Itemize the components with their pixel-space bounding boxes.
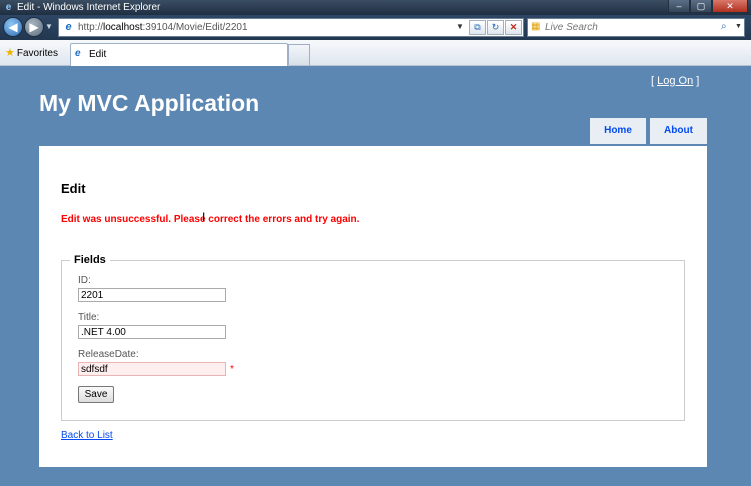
menu-item-about[interactable]: About bbox=[650, 118, 707, 144]
ie-tab-icon: e bbox=[75, 48, 81, 59]
release-date-error: * bbox=[230, 364, 234, 375]
live-search-icon: ▦ bbox=[531, 21, 541, 32]
close-button[interactable]: ✕ bbox=[712, 0, 748, 13]
login-bracket-open: [ bbox=[651, 75, 655, 87]
release-date-field[interactable] bbox=[78, 362, 226, 376]
address-url[interactable]: http://localhost:39104/Movie/Edit/2201 bbox=[78, 22, 248, 33]
search-icon[interactable]: ⌕ bbox=[721, 21, 727, 32]
menu-item-home[interactable]: Home bbox=[590, 118, 646, 144]
tab-edit[interactable]: e Edit bbox=[70, 43, 288, 66]
login-bracket-close: ] bbox=[696, 75, 700, 87]
site-title: My MVC Application bbox=[39, 90, 260, 116]
search-box[interactable]: ▦ ⌕ ▼ bbox=[527, 18, 745, 37]
text-cursor-icon: I bbox=[202, 210, 206, 224]
stop-icon[interactable]: ✕ bbox=[505, 20, 522, 35]
window-titlebar: e Edit - Windows Internet Explorer – ▢ ✕ bbox=[0, 0, 751, 15]
fields-fieldset: Fields ID: Title: ReleaseDate: * Save bbox=[61, 254, 685, 421]
id-field[interactable] bbox=[78, 288, 226, 302]
ie-app-icon: e bbox=[5, 2, 12, 13]
fieldset-legend: Fields bbox=[70, 254, 110, 266]
back-to-list-link[interactable]: Back to List bbox=[61, 430, 113, 441]
window-controls: – ▢ ✕ bbox=[668, 0, 748, 14]
recent-pages-dropdown-icon[interactable]: ▼ bbox=[45, 22, 53, 31]
address-bar[interactable]: e http://localhost:39104/Movie/Edit/2201… bbox=[58, 18, 524, 37]
validation-summary: Edit was unsuccessful. Please correct th… bbox=[61, 214, 360, 225]
ie-page-icon: e bbox=[65, 21, 72, 33]
browser-navbar: ◀ ▶ ▼ e http://localhost:39104/Movie/Edi… bbox=[0, 15, 751, 40]
address-dropdown-icon[interactable]: ▼ bbox=[456, 22, 464, 31]
page-title: Edit bbox=[61, 181, 86, 196]
star-icon: ★ bbox=[5, 47, 15, 59]
new-tab-button[interactable] bbox=[288, 44, 310, 65]
compatibility-view-icon[interactable]: ⧉ bbox=[469, 20, 486, 35]
title-field[interactable] bbox=[78, 325, 226, 339]
maximize-button[interactable]: ▢ bbox=[690, 0, 712, 13]
window-title: Edit - Windows Internet Explorer bbox=[17, 2, 161, 13]
search-dropdown-icon[interactable]: ▼ bbox=[735, 23, 742, 30]
favorites-bar: ★ Favorites e Edit bbox=[0, 40, 751, 66]
forward-arrow-icon[interactable]: ▶ bbox=[24, 17, 44, 37]
main-menu: Home About bbox=[590, 118, 707, 144]
page-viewport: [ Log On ] My MVC Application Home About… bbox=[0, 66, 751, 486]
refresh-icon[interactable]: ↻ bbox=[487, 20, 504, 35]
search-input[interactable] bbox=[545, 21, 710, 34]
title-label: Title: bbox=[78, 312, 100, 323]
favorites-button[interactable]: ★ Favorites bbox=[5, 46, 58, 59]
back-arrow-icon[interactable]: ◀ bbox=[3, 17, 23, 37]
favorites-label: Favorites bbox=[16, 48, 58, 59]
main-content: Edit Edit was unsuccessful. Please corre… bbox=[39, 146, 707, 467]
login-display: [ Log On ] bbox=[651, 75, 699, 87]
id-label: ID: bbox=[78, 275, 91, 286]
tab-label: Edit bbox=[89, 49, 107, 60]
save-button[interactable]: Save bbox=[78, 386, 114, 403]
release-date-label: ReleaseDate: bbox=[78, 349, 139, 360]
log-on-link[interactable]: Log On bbox=[657, 75, 693, 87]
minimize-button[interactable]: – bbox=[668, 0, 690, 13]
